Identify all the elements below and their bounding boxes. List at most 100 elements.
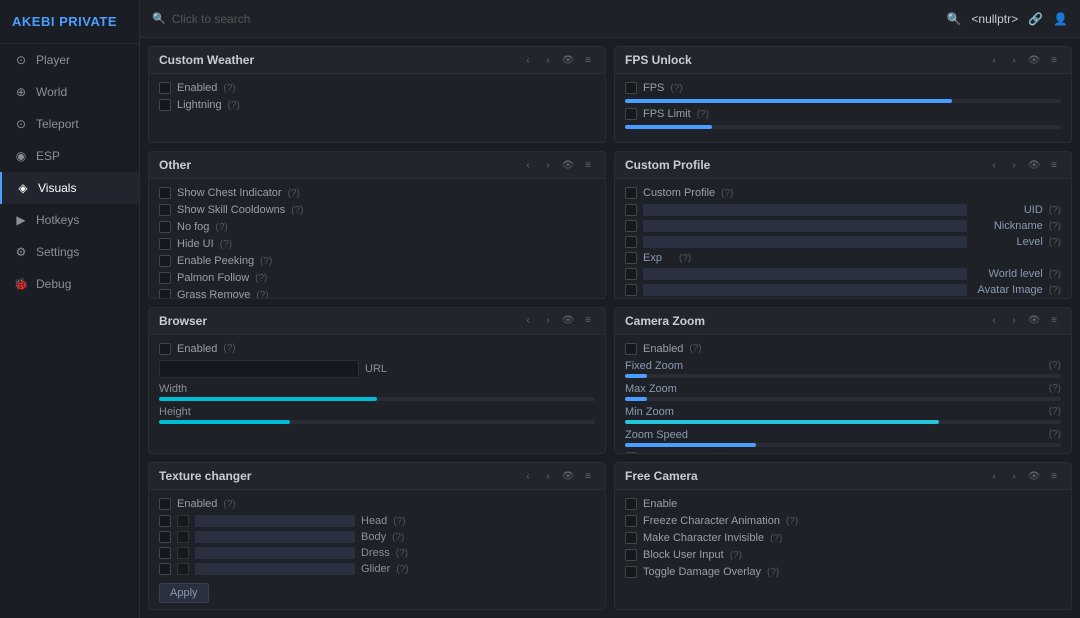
apply-button[interactable]: Apply	[159, 583, 209, 603]
panel-fps-controls: ‹ › 👁 ≡	[987, 53, 1061, 67]
browser-enabled-checkbox[interactable]	[159, 343, 171, 355]
eye-btn[interactable]: 👁	[561, 53, 575, 67]
eye-btn[interactable]: 👁	[1027, 469, 1041, 483]
panel-camera-zoom-body: Enabled (?) Fixed Zoom (?) Max Zoom (?	[615, 335, 1071, 455]
skill-checkbox[interactable]	[159, 204, 171, 216]
sidebar-item-settings[interactable]: ⚙ Settings	[0, 236, 139, 268]
menu-btn[interactable]: ≡	[1047, 158, 1061, 172]
eye-btn[interactable]: 👁	[1027, 53, 1041, 67]
sidebar-item-world[interactable]: ⊕ World	[0, 76, 139, 108]
hide-ui-checkbox[interactable]	[159, 238, 171, 250]
url-input[interactable]	[159, 360, 359, 378]
invisible-label: Make Character Invisible	[643, 532, 764, 544]
eye-btn[interactable]: 👁	[1027, 314, 1041, 328]
height-slider-track[interactable]	[159, 420, 595, 424]
eye-btn[interactable]: 👁	[561, 158, 575, 172]
next-btn[interactable]: ›	[541, 314, 555, 328]
sidebar-item-label: Visuals	[38, 181, 76, 195]
prev-btn[interactable]: ‹	[987, 469, 1001, 483]
custom-profile-help: (?)	[721, 188, 733, 199]
menu-btn[interactable]: ≡	[1047, 469, 1061, 483]
search-icon-right[interactable]: 🔍	[946, 12, 961, 26]
sidebar-item-teleport[interactable]: ⊙ Teleport	[0, 108, 139, 140]
fps-checkbox[interactable]	[625, 82, 637, 94]
chest-checkbox[interactable]	[159, 187, 171, 199]
fps-limit-slider-track[interactable]	[625, 125, 1061, 129]
invisible-checkbox[interactable]	[625, 532, 637, 544]
sidebar-item-esp[interactable]: ◉ ESP	[0, 140, 139, 172]
next-btn[interactable]: ›	[541, 53, 555, 67]
next-btn[interactable]: ›	[541, 158, 555, 172]
enabled-row: Enabled (?)	[159, 82, 595, 94]
sidebar-item-label: ESP	[36, 149, 60, 163]
freeze-anim-checkbox[interactable]	[625, 515, 637, 527]
fixed-zoom-track[interactable]	[625, 374, 1061, 378]
sidebar-item-hotkeys[interactable]: ▶ Hotkeys	[0, 204, 139, 236]
eye-btn[interactable]: 👁	[1027, 158, 1041, 172]
level-label: Level	[973, 236, 1043, 248]
prev-btn[interactable]: ‹	[521, 314, 535, 328]
menu-btn[interactable]: ≡	[581, 469, 595, 483]
block-input-checkbox[interactable]	[625, 549, 637, 561]
skill-help: (?)	[291, 205, 303, 216]
next-btn[interactable]: ›	[541, 469, 555, 483]
texture-enabled-checkbox[interactable]	[159, 498, 171, 510]
dress-checkbox[interactable]	[159, 547, 171, 559]
free-cam-enable-checkbox[interactable]	[625, 498, 637, 510]
max-zoom-track[interactable]	[625, 397, 1061, 401]
lightning-row: Lightning (?)	[159, 99, 595, 111]
eye-btn[interactable]: 👁	[561, 314, 575, 328]
fov-changer-checkbox[interactable]	[625, 452, 637, 455]
fog-checkbox[interactable]	[159, 221, 171, 233]
next-btn[interactable]: ›	[1007, 469, 1021, 483]
menu-btn[interactable]: ≡	[581, 53, 595, 67]
prev-btn[interactable]: ‹	[521, 53, 535, 67]
menu-btn[interactable]: ≡	[581, 314, 595, 328]
next-btn[interactable]: ›	[1007, 314, 1021, 328]
grass-checkbox[interactable]	[159, 289, 171, 299]
enabled-checkbox[interactable]	[159, 82, 171, 94]
palmon-checkbox[interactable]	[159, 272, 171, 284]
next-btn[interactable]: ›	[1007, 53, 1021, 67]
menu-btn[interactable]: ≡	[581, 158, 595, 172]
skill-label: Show Skill Cooldowns	[177, 204, 285, 216]
prev-btn[interactable]: ‹	[521, 469, 535, 483]
topbar: 🔍 Click to search 🔍 <nullptr> 🔗 👤	[140, 0, 1080, 38]
sidebar-item-player[interactable]: ⊙ Player	[0, 44, 139, 76]
next-btn[interactable]: ›	[1007, 158, 1021, 172]
panel-texture-changer-header: Texture changer ‹ › 👁 ≡	[149, 463, 605, 490]
fps-limit-checkbox[interactable]	[625, 108, 637, 120]
cam-enabled-checkbox[interactable]	[625, 343, 637, 355]
width-slider-track[interactable]	[159, 397, 595, 401]
world-level-checkbox[interactable]	[625, 268, 637, 280]
glider-checkbox[interactable]	[159, 563, 171, 575]
sidebar-item-debug[interactable]: 🐞 Debug	[0, 268, 139, 300]
eye-btn[interactable]: 👁	[561, 469, 575, 483]
body-checkbox[interactable]	[159, 531, 171, 543]
uid-checkbox[interactable]	[625, 204, 637, 216]
head-checkbox[interactable]	[159, 515, 171, 527]
menu-btn[interactable]: ≡	[1047, 53, 1061, 67]
peeking-checkbox[interactable]	[159, 255, 171, 267]
user-icon[interactable]: 👤	[1053, 12, 1068, 26]
prev-btn[interactable]: ‹	[987, 158, 1001, 172]
head-row: Head (?)	[159, 515, 595, 527]
fps-slider-track[interactable]	[625, 99, 1061, 103]
prev-btn[interactable]: ‹	[521, 158, 535, 172]
zoom-speed-track[interactable]	[625, 443, 1061, 447]
link-icon[interactable]: 🔗	[1028, 12, 1043, 26]
min-zoom-track[interactable]	[625, 420, 1061, 424]
avatar-image-checkbox[interactable]	[625, 284, 637, 296]
level-checkbox[interactable]	[625, 236, 637, 248]
sidebar-item-visuals[interactable]: ◈ Visuals	[0, 172, 139, 204]
nickname-checkbox[interactable]	[625, 220, 637, 232]
menu-btn[interactable]: ≡	[1047, 314, 1061, 328]
lightning-checkbox[interactable]	[159, 99, 171, 111]
prev-btn[interactable]: ‹	[987, 314, 1001, 328]
search-bar[interactable]: 🔍 Click to search	[152, 12, 938, 26]
damage-overlay-checkbox[interactable]	[625, 566, 637, 578]
level-row: Level (?)	[625, 236, 1061, 248]
prev-btn[interactable]: ‹	[987, 53, 1001, 67]
exp-checkbox[interactable]	[625, 252, 637, 264]
custom-profile-checkbox[interactable]	[625, 187, 637, 199]
